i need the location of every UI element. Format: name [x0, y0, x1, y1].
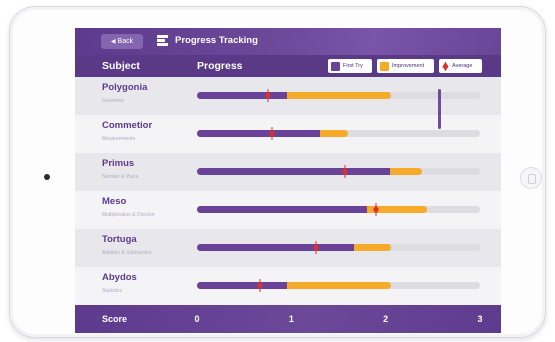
app-screen: ◀ Back Progress Tracking Subject Progres… — [75, 28, 501, 333]
average-marker-icon — [442, 61, 449, 71]
subject-row[interactable]: Tortuga Addition & Subtraction — [75, 229, 501, 267]
progress-chart-icon — [157, 35, 168, 46]
tablet-frame: ◀ Back Progress Tracking Subject Progres… — [9, 6, 546, 338]
subject-row[interactable]: Abydos Statistics — [75, 267, 501, 305]
score-label: Score — [102, 314, 128, 324]
score-tick: 3 — [477, 314, 483, 324]
subject-category: Statistics — [102, 288, 123, 294]
first-try-bar — [197, 92, 287, 99]
subject-category: Geometry — [102, 98, 124, 104]
average-marker — [257, 279, 264, 292]
subject-category: Measurements — [102, 136, 136, 142]
legend-improvement-label: Improvement — [392, 63, 425, 69]
legend-first-try: First Try — [328, 59, 372, 73]
subject-name: Tortuga — [102, 234, 137, 245]
score-axis-footer: Score 0 1 2 3 — [75, 305, 501, 333]
legend-average-label: Average — [452, 63, 473, 69]
first-try-bar — [197, 130, 320, 137]
back-button[interactable]: ◀ Back — [101, 34, 143, 49]
first-try-bar — [197, 168, 391, 175]
subject-column-label: Subject — [102, 60, 140, 72]
first-try-bar — [197, 282, 287, 289]
subject-row[interactable]: Meso Multiplication & Division — [75, 191, 501, 229]
app-header: ◀ Back Progress Tracking — [75, 28, 501, 55]
subject-category: Number & Place — [102, 174, 139, 180]
back-label: Back — [117, 38, 134, 45]
subject-category: Multiplication & Division — [102, 212, 155, 218]
subject-name: Abydos — [102, 272, 137, 283]
legend-improvement: Improvement — [377, 59, 434, 73]
subject-name: Commetior — [102, 120, 153, 131]
legend-average: Average — [439, 59, 482, 73]
back-arrow-icon: ◀ — [110, 39, 116, 45]
column-header: Subject Progress First Try Improvement A… — [75, 55, 501, 77]
progress-column-label: Progress — [197, 60, 243, 72]
scrollbar[interactable] — [438, 89, 441, 129]
average-marker — [342, 165, 349, 178]
progress-track — [197, 241, 480, 254]
legend-first-try-label: First Try — [343, 63, 363, 69]
score-tick: 2 — [383, 314, 389, 324]
progress-track — [197, 165, 480, 178]
subject-category: Addition & Subtraction — [102, 250, 152, 256]
progress-track — [197, 127, 480, 140]
first-try-bar — [197, 206, 367, 213]
subject-name: Meso — [102, 196, 127, 207]
home-button[interactable] — [520, 167, 542, 189]
average-marker — [269, 127, 276, 140]
average-marker — [312, 241, 319, 254]
camera-dot — [44, 174, 50, 180]
first-try-swatch — [331, 61, 340, 71]
subject-name: Polygonia — [102, 82, 148, 93]
average-marker — [264, 89, 271, 102]
progress-track — [197, 279, 480, 292]
subject-row[interactable]: Primus Number & Place — [75, 153, 501, 191]
progress-track — [197, 203, 480, 216]
subject-name: Primus — [102, 158, 135, 169]
score-tick: 1 — [288, 314, 294, 324]
score-tick: 0 — [194, 314, 200, 324]
average-marker — [373, 203, 380, 216]
improvement-swatch — [380, 61, 389, 71]
first-try-bar — [197, 244, 354, 251]
page-title: Progress Tracking — [175, 35, 258, 46]
